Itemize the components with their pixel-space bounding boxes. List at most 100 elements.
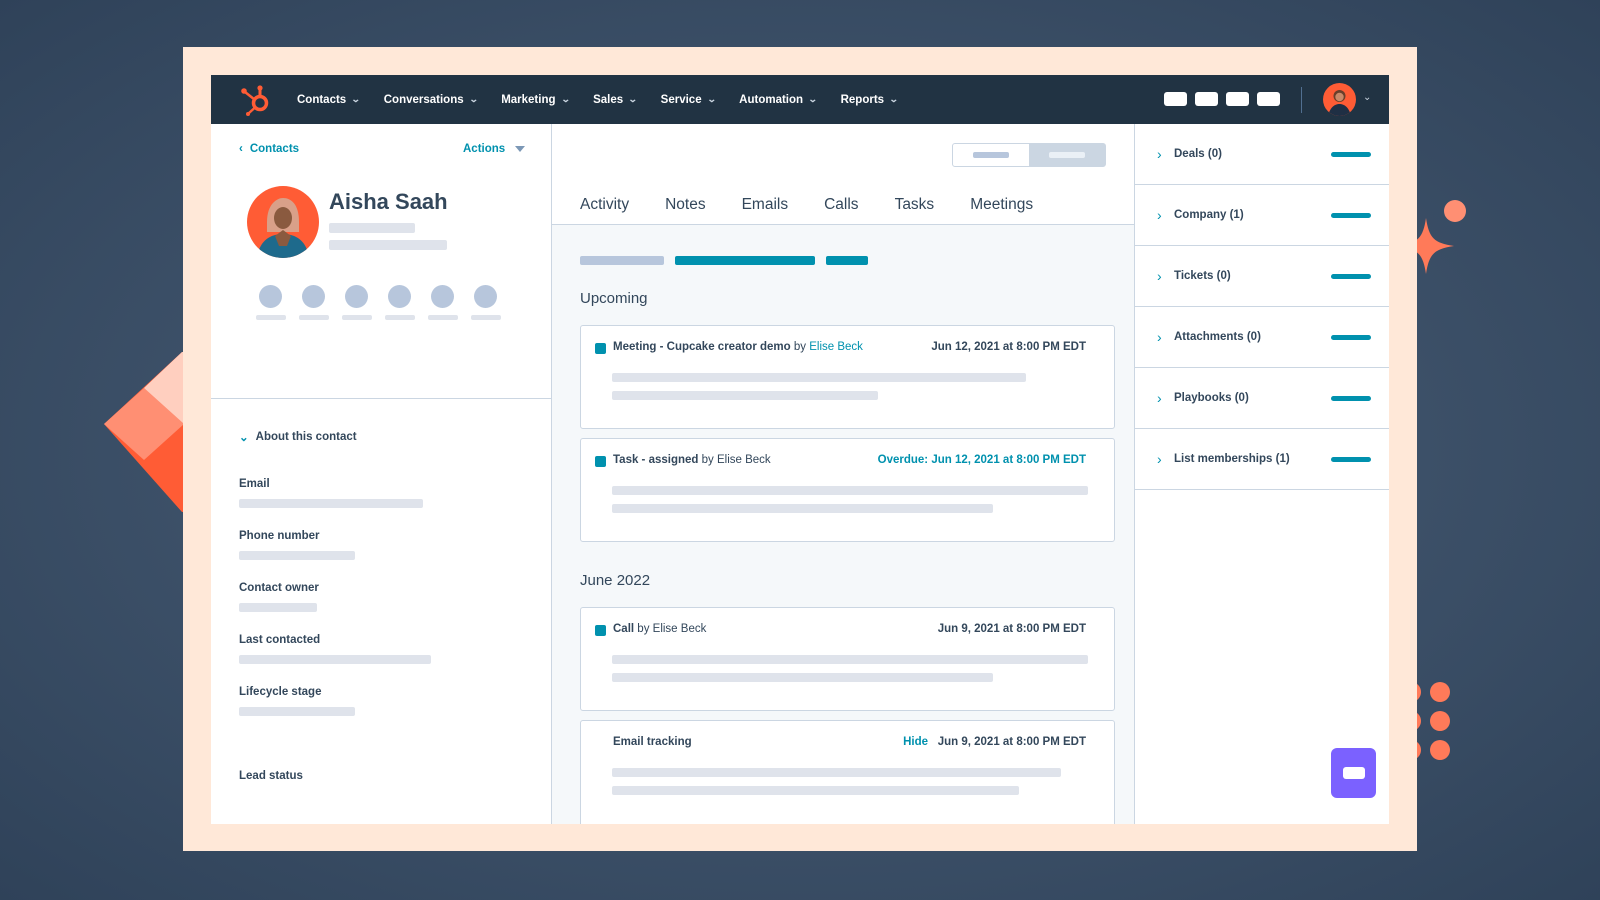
nav-label: Conversations [383, 93, 464, 106]
owner-value-placeholder[interactable] [239, 603, 317, 612]
quick-action-note[interactable] [255, 285, 286, 320]
activity-filters [580, 256, 868, 265]
filter-chip[interactable] [826, 256, 868, 265]
quick-action-task[interactable] [427, 285, 458, 320]
card-date-overdue: Overdue: Jun 12, 2021 at 8:00 PM EDT [877, 454, 1086, 466]
contact-company-placeholder [329, 240, 447, 250]
nav-utility-button[interactable] [1226, 92, 1249, 106]
add-association-bar[interactable] [1331, 456, 1371, 462]
chevron-down-icon[interactable]: ⌄ [1363, 92, 1371, 103]
nav-item-conversations[interactable]: Conversations ⌄ [383, 93, 479, 106]
sidebar-item-tickets[interactable]: › Tickets (0) [1135, 246, 1389, 307]
sidebar-item-playbooks[interactable]: › Playbooks (0) [1135, 368, 1389, 429]
tab-tasks[interactable]: Tasks [895, 191, 935, 224]
about-label: About this contact [255, 431, 357, 443]
quick-action-meeting[interactable] [470, 285, 501, 320]
sidebar-item-label: Attachments (0) [1174, 331, 1261, 343]
sidebar-item-deals[interactable]: › Deals (0) [1135, 124, 1389, 185]
tab-activity[interactable]: Activity [580, 191, 629, 224]
panel-divider [211, 398, 552, 399]
add-association-bar[interactable] [1331, 395, 1371, 401]
phone-value-placeholder[interactable] [239, 551, 355, 560]
user-avatar[interactable] [1323, 83, 1356, 116]
nav-label: Contacts [297, 93, 347, 106]
tab-calls[interactable]: Calls [824, 191, 858, 224]
contact-panel: ‹ Contacts Actions Aisha Saah ⌄ About th… [211, 124, 552, 824]
nav-utility-button[interactable] [1195, 92, 1218, 106]
nav-item-sales[interactable]: Sales ⌄ [593, 94, 638, 106]
timeline-card-email-tracking[interactable]: Email tracking Hide Jun 9, 2021 at 8:00 … [580, 720, 1115, 824]
last-contacted-value-placeholder[interactable] [239, 655, 431, 664]
timeline-card-meeting[interactable]: Meeting - Cupcake creator demo by Elise … [580, 325, 1115, 429]
chevron-right-icon: › [1157, 268, 1162, 284]
card-date: Jun 9, 2021 at 8:00 PM EDT [937, 736, 1086, 748]
tab-meetings[interactable]: Meetings [970, 191, 1033, 224]
card-content-placeholder [612, 655, 1088, 664]
chat-button[interactable] [1331, 748, 1376, 798]
filter-chip[interactable] [580, 256, 664, 265]
associations-panel: › Deals (0) › Company (1) › Tickets (0) … [1134, 124, 1389, 824]
nav-item-contacts[interactable]: Contacts ⌄ [297, 93, 361, 106]
filter-chip[interactable] [675, 256, 815, 265]
timeline-card-task[interactable]: Task - assigned by Elise Beck Overdue: J… [580, 438, 1115, 542]
field-label-phone: Phone number [239, 530, 320, 542]
task-icon [595, 456, 606, 467]
section-title-month: June 2022 [580, 572, 651, 589]
main-menu: Contacts ⌄ Conversations ⌄ Marketing ⌄ Sale… [297, 75, 899, 124]
sidebar-item-label: Company (1) [1174, 209, 1244, 221]
hide-link[interactable]: Hide [903, 736, 928, 748]
quick-action-email[interactable] [298, 285, 329, 320]
field-label-owner: Contact owner [239, 582, 319, 594]
nav-utility-buttons [1164, 92, 1280, 106]
back-to-contacts-link[interactable]: ‹ Contacts [239, 143, 299, 155]
chevron-down-icon: ⌄ [351, 94, 361, 104]
sidebar-item-attachments[interactable]: › Attachments (0) [1135, 307, 1389, 368]
hubspot-logo-icon[interactable] [239, 83, 273, 117]
quick-action-call[interactable] [341, 285, 372, 320]
nav-utility-button[interactable] [1257, 92, 1280, 106]
chevron-right-icon: › [1157, 207, 1162, 223]
nav-item-automation[interactable]: Automation ⌄ [739, 94, 818, 106]
add-association-bar[interactable] [1331, 212, 1371, 218]
card-date: Jun 12, 2021 at 8:00 PM EDT [931, 341, 1086, 353]
caret-down-icon [515, 146, 526, 152]
chevron-left-icon: ‹ [239, 143, 243, 155]
nav-item-reports[interactable]: Reports ⌄ [841, 94, 899, 106]
nav-item-marketing[interactable]: Marketing ⌄ [501, 94, 571, 106]
nav-item-service[interactable]: Service ⌄ [661, 94, 717, 106]
view-toggle-option[interactable] [953, 144, 1029, 166]
sidebar-item-list-memberships[interactable]: › List memberships (1) [1135, 429, 1389, 490]
chevron-right-icon: › [1157, 146, 1162, 162]
card-title: Call by Elise Beck [613, 623, 707, 635]
contact-title-placeholder [329, 223, 415, 233]
tab-notes[interactable]: Notes [665, 191, 706, 224]
view-toggle[interactable] [952, 143, 1106, 167]
nav-utility-button[interactable] [1164, 92, 1187, 106]
tab-emails[interactable]: Emails [742, 191, 789, 224]
email-value-placeholder[interactable] [239, 499, 423, 508]
field-label-lifecycle: Lifecycle stage [239, 686, 322, 698]
timeline-card-call[interactable]: Call by Elise Beck Jun 9, 2021 at 8:00 P… [580, 607, 1115, 711]
add-association-bar[interactable] [1331, 334, 1371, 340]
chevron-right-icon: › [1157, 390, 1162, 406]
lifecycle-value-placeholder[interactable] [239, 707, 355, 716]
about-contact-toggle[interactable]: ⌄ About this contact [239, 430, 357, 444]
add-association-bar[interactable] [1331, 151, 1371, 157]
card-content-placeholder [612, 786, 1019, 795]
sidebar-item-company[interactable]: › Company (1) [1135, 185, 1389, 246]
add-association-bar[interactable] [1331, 273, 1371, 279]
contact-portrait-icon [257, 198, 309, 258]
field-label-lead-status: Lead status [239, 770, 303, 782]
card-content-placeholder [612, 768, 1061, 777]
actions-dropdown[interactable]: Actions [463, 143, 526, 155]
chevron-right-icon: › [1157, 451, 1162, 467]
call-icon [595, 625, 606, 636]
chevron-down-icon: ⌄ [468, 94, 479, 104]
chevron-down-icon: ⌄ [560, 94, 571, 104]
quick-action-log[interactable] [384, 285, 415, 320]
view-toggle-option-selected[interactable] [1029, 144, 1105, 166]
card-date: Jun 9, 2021 at 8:00 PM EDT [937, 623, 1086, 635]
quick-action-icons [255, 285, 501, 320]
nav-divider [1301, 87, 1302, 113]
card-content-placeholder [612, 373, 1026, 382]
